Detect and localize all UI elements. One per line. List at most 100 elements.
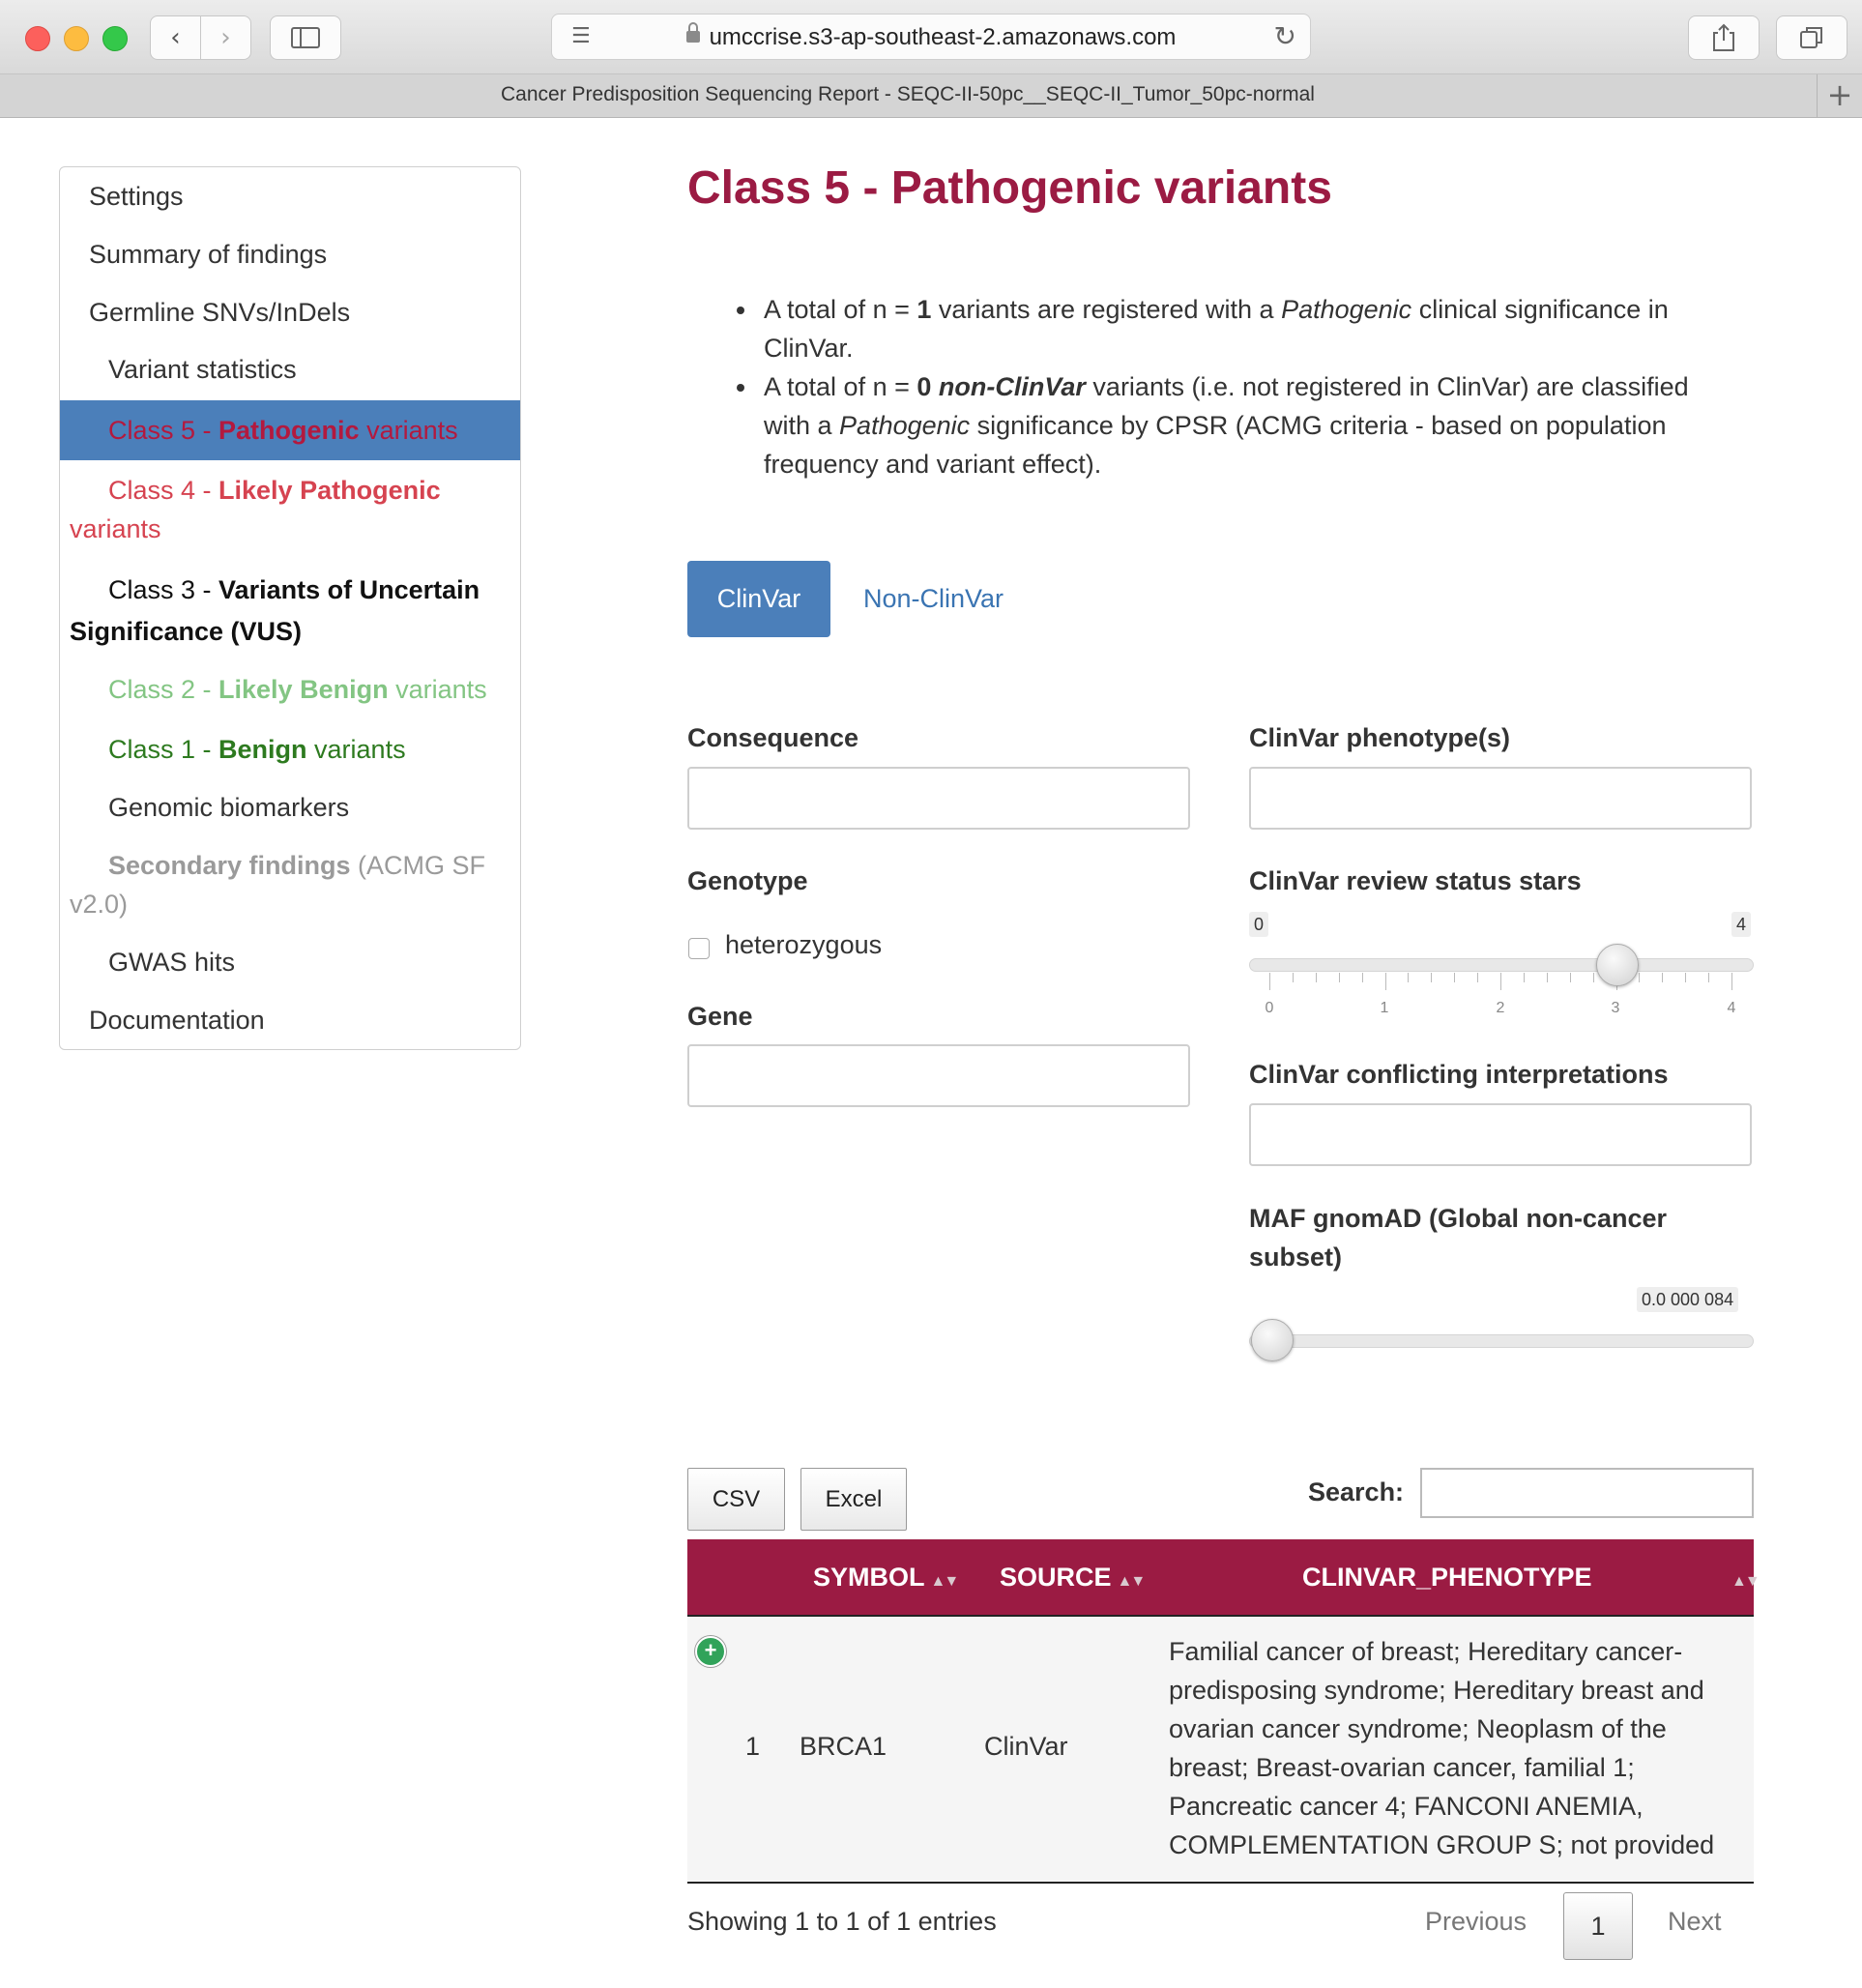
table-of-contents: Settings Summary of findings Germline SN… — [59, 166, 521, 1050]
consequence-label: Consequence — [687, 723, 859, 752]
stars-tick-label: 0 — [1265, 1000, 1274, 1016]
search-input[interactable] — [1420, 1468, 1754, 1518]
col-phenotype-label: CLINVAR_PHENOTYPE — [1302, 1563, 1592, 1592]
sort-icon: ▲▼ — [930, 1573, 960, 1590]
search-label: Search: — [1308, 1477, 1405, 1506]
col-clinvar-phenotype[interactable]: CLINVAR_PHENOTYPE — [1302, 1539, 1592, 1615]
toc-summary[interactable]: Summary of findings — [60, 235, 520, 274]
heterozygous-label: heterozygous — [725, 930, 883, 959]
toc-class1-bold: Benign — [218, 735, 307, 764]
summary-bullets: A total of n = 1 variants are registered… — [737, 290, 1731, 483]
bullet-nonclinvar-count: A total of n = 0 non-ClinVar variants (i… — [737, 367, 1731, 483]
conflicting-input[interactable] — [1249, 1103, 1752, 1166]
count: 0 — [916, 372, 932, 401]
row-symbol: BRCA1 — [800, 1732, 887, 1761]
stars-tick — [1361, 973, 1363, 982]
stars-tick-label: 1 — [1380, 1000, 1389, 1016]
toc-class3[interactable]: Class 3 - Variants of Uncertain Signific… — [60, 570, 520, 653]
address-bar[interactable]: ☰ umccrise.s3-ap-southeast-2.amazonaws.c… — [551, 14, 1311, 60]
row-index: 1 — [745, 1732, 761, 1761]
pagination-next[interactable]: Next — [1668, 1907, 1722, 1937]
stars-tick-label: 4 — [1727, 1000, 1736, 1016]
row-source: ClinVar — [984, 1732, 1068, 1761]
stars-slider-track[interactable] — [1249, 958, 1754, 972]
stars-tick — [1408, 973, 1410, 982]
phenotype-label: ClinVar phenotype(s) — [1249, 723, 1511, 752]
col-phenotype-sort[interactable]: ▲▼ — [1726, 1539, 1760, 1620]
toc-class5[interactable]: Class 5 - Pathogenic variants — [60, 400, 520, 460]
toc-class3-prefix: Class 3 - — [108, 575, 219, 604]
col-source[interactable]: SOURCE ▲▼ — [1000, 1539, 1147, 1620]
pagination-page[interactable]: 1 — [1563, 1892, 1633, 1960]
minimize-window-button[interactable] — [64, 26, 89, 51]
stars-tick — [1431, 973, 1433, 982]
maf-slider-track[interactable] — [1249, 1334, 1754, 1348]
toc-variant-statistics[interactable]: Variant statistics — [60, 350, 520, 389]
maf-slider-handle[interactable] — [1251, 1319, 1294, 1361]
col-symbol[interactable]: SYMBOL ▲▼ — [813, 1539, 960, 1620]
share-button[interactable] — [1688, 15, 1760, 60]
tab-non-clinvar[interactable]: Non-ClinVar — [863, 561, 1004, 637]
history-nav: ‹ › — [150, 15, 251, 60]
toc-gwas[interactable]: GWAS hits — [60, 943, 520, 981]
toc-settings[interactable]: Settings — [60, 177, 520, 216]
page-title: Class 5 - Pathogenic variants — [687, 162, 1332, 214]
sort-icon: ▲▼ — [1117, 1573, 1147, 1590]
zoom-window-button[interactable] — [102, 26, 128, 51]
stars-tick-label: 2 — [1496, 1000, 1505, 1016]
lock-icon — [685, 21, 700, 43]
close-window-button[interactable] — [25, 26, 50, 51]
emphasis: Pathogenic — [839, 411, 971, 440]
toc-class2-bold: Likely Benign — [218, 675, 389, 704]
toc-class1[interactable]: Class 1 - Benign variants — [60, 730, 520, 769]
expand-row-icon[interactable]: + — [695, 1636, 726, 1667]
text: variants are registered with a — [931, 295, 1282, 324]
sort-icon: ▲▼ — [1731, 1573, 1760, 1590]
tab-clinvar[interactable]: ClinVar — [687, 561, 830, 637]
emphasis: Pathogenic — [1281, 295, 1412, 324]
forward-icon[interactable]: › — [201, 23, 250, 52]
conflicting-label: ClinVar conflicting interpretations — [1249, 1060, 1669, 1089]
tab-bar: Cancer Predisposition Sequencing Report … — [0, 74, 1862, 118]
new-tab-button[interactable]: + — [1817, 74, 1862, 117]
toc-biomarkers[interactable]: Genomic biomarkers — [60, 788, 520, 827]
url-container: umccrise.s3-ap-southeast-2.amazonaws.com — [552, 21, 1310, 51]
gene-label: Gene — [687, 1002, 753, 1031]
csv-button[interactable]: CSV — [687, 1468, 785, 1531]
consequence-input[interactable] — [687, 767, 1190, 830]
stars-min-label: 0 — [1249, 912, 1269, 937]
tab-title[interactable]: Cancer Predisposition Sequencing Report … — [0, 83, 1816, 106]
share-icon — [1713, 23, 1734, 51]
toc-germline[interactable]: Germline SNVs/InDels — [60, 293, 520, 332]
stars-slider-handle[interactable] — [1595, 944, 1639, 986]
show-tabs-button[interactable] — [1776, 15, 1847, 60]
toc-class4[interactable]: Class 4 - Likely Pathogenic variants — [60, 471, 520, 548]
toc-documentation[interactable]: Documentation — [60, 1001, 520, 1039]
toc-class1-prefix: Class 1 - — [108, 735, 219, 764]
toc-class5-bold: Pathogenic — [218, 416, 360, 445]
heterozygous-checkbox[interactable] — [688, 938, 710, 959]
stars-tick — [1338, 973, 1340, 982]
maf-label: MAF gnomAD (Global non-cancer subset) — [1249, 1204, 1667, 1272]
tabs-icon — [1800, 27, 1822, 48]
toc-secondary-findings[interactable]: Secondary findings (ACMG SF v2.0) — [60, 846, 520, 923]
toc-class4-suffix: variants — [70, 514, 161, 543]
table-header: SYMBOL ▲▼ SOURCE ▲▼ CLINVAR_PHENOTYPE ▲▼ — [687, 1539, 1760, 1620]
gene-input[interactable] — [687, 1044, 1190, 1107]
sidebar-icon — [291, 27, 320, 48]
excel-button[interactable]: Excel — [800, 1468, 907, 1531]
text — [931, 372, 939, 401]
reload-icon[interactable]: ↻ — [1274, 20, 1296, 52]
stars-tick — [1292, 973, 1294, 982]
stars-tick — [1569, 973, 1571, 982]
stars-tick — [1639, 973, 1641, 982]
toc-class2[interactable]: Class 2 - Likely Benign variants — [60, 670, 520, 709]
sidebar-toggle-button[interactable] — [270, 15, 341, 60]
browser-titlebar: ‹ › ☰ umccrise.s3-ap-southeast-2.amazona… — [0, 0, 1862, 74]
phenotype-input[interactable] — [1249, 767, 1752, 830]
pagination-previous[interactable]: Previous — [1425, 1907, 1527, 1937]
stars-tick — [1454, 973, 1456, 982]
stars-max-label: 4 — [1731, 912, 1752, 937]
back-icon[interactable]: ‹ — [151, 23, 200, 52]
stars-tick — [1685, 973, 1687, 982]
